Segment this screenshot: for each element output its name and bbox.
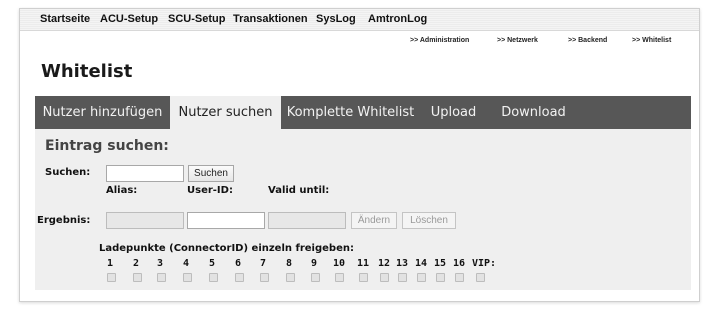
nav-amtronlog[interactable]: AmtronLog	[368, 13, 427, 25]
connector-label-6: 6	[235, 258, 242, 269]
page-title: Whitelist	[41, 61, 133, 82]
connector-checkbox-8[interactable]	[286, 273, 295, 282]
subnav-administration[interactable]: >> Administration	[410, 37, 469, 44]
connector-label-2: 2	[133, 258, 140, 269]
subnav-whitelist[interactable]: >> Whitelist	[632, 37, 671, 44]
connector-label-4: 4	[183, 258, 190, 269]
connector-label-7: 7	[260, 258, 267, 269]
connector-checkbox-12[interactable]	[380, 273, 389, 282]
connector-label-8: 8	[286, 258, 293, 269]
nav-acu-setup[interactable]: ACU-Setup	[100, 13, 158, 25]
connector-label-vip: VIP:	[472, 258, 497, 269]
tab-nutzer-hinzufuegen[interactable]: Nutzer hinzufügen	[35, 96, 170, 129]
connector-checkbox-6[interactable]	[235, 273, 244, 282]
tab-bar: Nutzer hinzufügen Nutzer suchen Komplett…	[35, 96, 691, 129]
nav-startseite[interactable]: Startseite	[40, 13, 90, 25]
nav-transaktionen[interactable]: Transaktionen	[233, 13, 308, 25]
top-navigation: Startseite ACU-Setup SCU-Setup Transakti…	[20, 9, 699, 31]
connector-checkbox-7[interactable]	[260, 273, 269, 282]
connector-label-15: 15	[434, 258, 447, 269]
connector-checkbox-3[interactable]	[157, 273, 166, 282]
connector-checkbox-11[interactable]	[359, 273, 368, 282]
connector-label-16: 16	[453, 258, 466, 269]
app-frame: Startseite ACU-Setup SCU-Setup Transakti…	[19, 8, 700, 302]
connector-label-14: 14	[415, 258, 428, 269]
tab-upload[interactable]: Upload	[420, 96, 487, 129]
connector-checkbox-14[interactable]	[417, 273, 426, 282]
tab-nutzer-suchen[interactable]: Nutzer suchen	[170, 96, 281, 129]
subnav-backend[interactable]: >> Backend	[568, 37, 607, 44]
connector-label-5: 5	[209, 258, 216, 269]
connector-row: 1 2 3 4 5 6 7 8 9 10 11 12 13 14 15 16 V…	[35, 129, 691, 290]
nav-scu-setup[interactable]: SCU-Setup	[168, 13, 225, 25]
connector-checkbox-vip[interactable]	[476, 273, 485, 282]
connector-label-10: 10	[333, 258, 346, 269]
connector-label-13: 13	[396, 258, 409, 269]
connector-checkbox-13[interactable]	[398, 273, 407, 282]
connector-label-3: 3	[157, 258, 164, 269]
connector-checkbox-10[interactable]	[335, 273, 344, 282]
connector-checkbox-15[interactable]	[436, 273, 445, 282]
tab-download[interactable]: Download	[487, 96, 580, 129]
connector-checkbox-2[interactable]	[133, 273, 142, 282]
connector-checkbox-5[interactable]	[209, 273, 218, 282]
connector-label-9: 9	[311, 258, 318, 269]
connector-label-1: 1	[107, 258, 114, 269]
connector-label-11: 11	[357, 258, 370, 269]
subnav-netzwerk[interactable]: >> Netzwerk	[497, 37, 538, 44]
connector-checkbox-16[interactable]	[455, 273, 464, 282]
nav-syslog[interactable]: SysLog	[316, 13, 356, 25]
connector-checkbox-1[interactable]	[107, 273, 116, 282]
connector-checkbox-4[interactable]	[183, 273, 192, 282]
tab-komplette-whitelist[interactable]: Komplette Whitelist	[281, 96, 420, 129]
connector-label-12: 12	[378, 258, 391, 269]
connector-checkbox-9[interactable]	[311, 273, 320, 282]
